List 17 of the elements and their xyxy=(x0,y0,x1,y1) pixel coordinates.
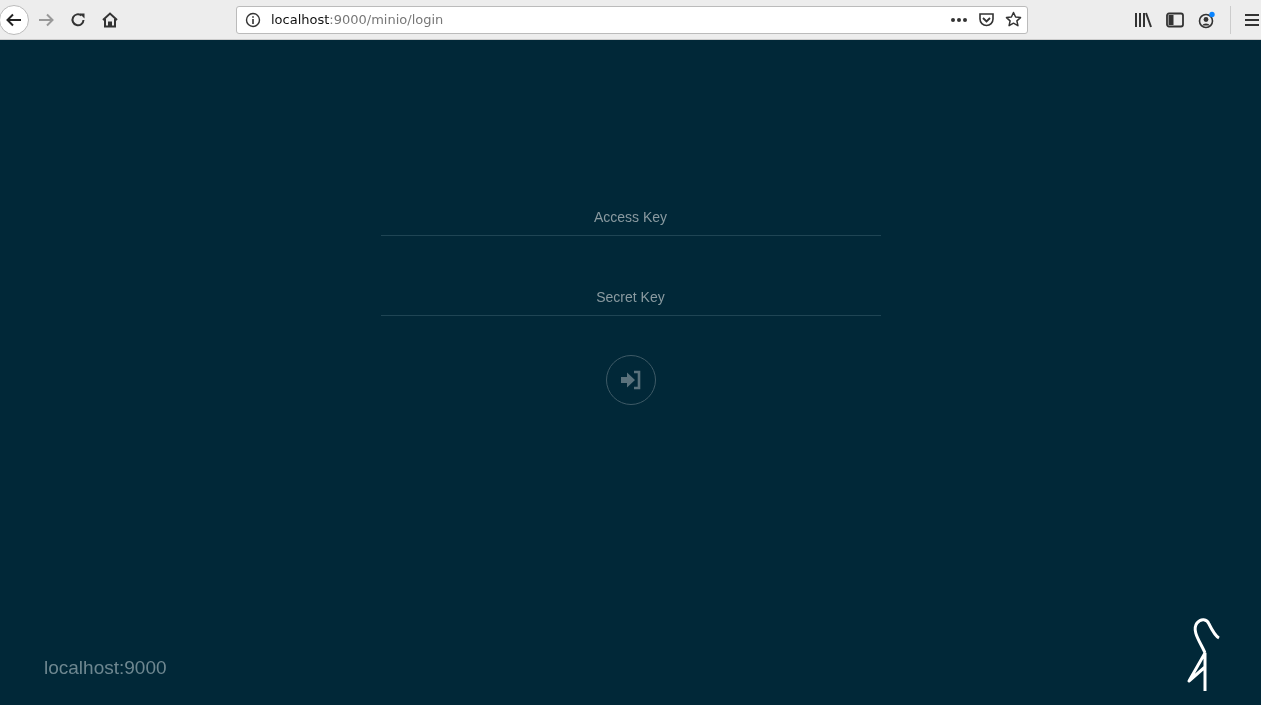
address-bar[interactable]: localhost:9000/minio/login xyxy=(236,5,1028,34)
input-field[interactable]: Secret Key xyxy=(380,278,881,316)
star-icon[interactable] xyxy=(1005,11,1022,28)
more-icon[interactable] xyxy=(950,16,968,23)
info-icon[interactable] xyxy=(245,11,261,28)
reload-icon[interactable] xyxy=(69,10,87,29)
account-icon[interactable] xyxy=(1198,10,1216,29)
sidebar-icon[interactable] xyxy=(1166,11,1184,28)
home-icon[interactable] xyxy=(101,10,119,29)
url-text: localhost:9000/minio/login xyxy=(271,12,445,27)
menu-icon[interactable] xyxy=(1245,12,1259,27)
sign-in-icon xyxy=(619,370,642,390)
host-label: localhost:9000 xyxy=(44,657,167,679)
library-icon[interactable] xyxy=(1134,11,1152,28)
back-button[interactable] xyxy=(0,4,29,35)
pocket-icon[interactable] xyxy=(978,11,995,28)
input-field[interactable]: Access Key xyxy=(380,198,881,236)
